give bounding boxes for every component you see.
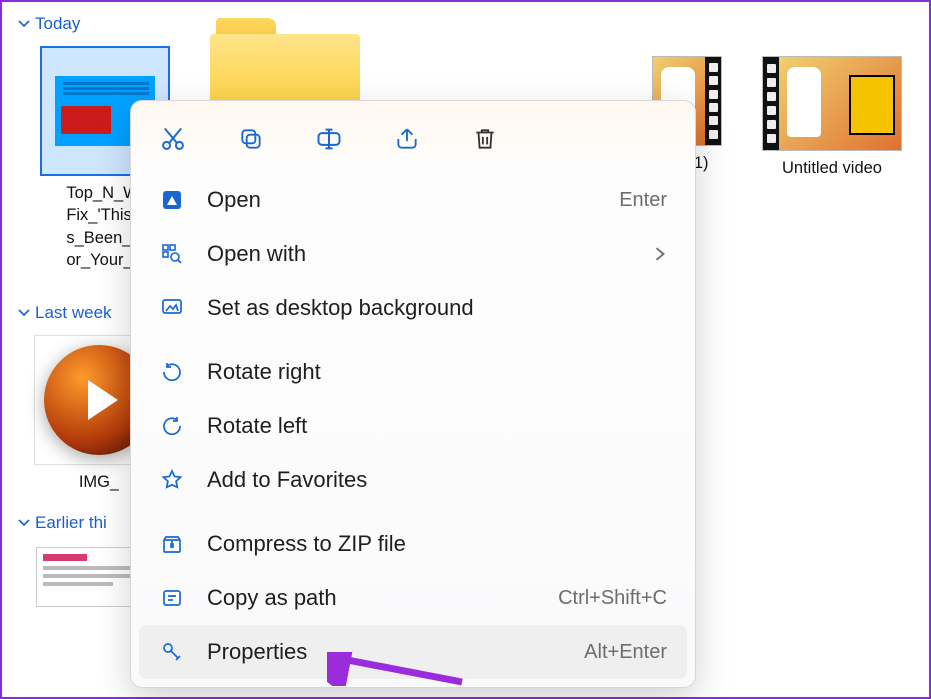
rotate-right-icon: [159, 359, 185, 385]
context-menu-toolbar: [139, 109, 687, 173]
delete-icon[interactable]: [469, 123, 501, 155]
star-icon: [159, 467, 185, 493]
menu-hint: Enter: [619, 189, 667, 212]
group-label: Earlier thi: [35, 513, 107, 533]
menu-hint: Alt+Enter: [584, 641, 667, 664]
rename-icon[interactable]: [313, 123, 345, 155]
menu-item-compress[interactable]: Compress to ZIP file: [139, 517, 687, 571]
menu-label: Copy as path: [207, 585, 337, 611]
chevron-right-icon: [653, 247, 667, 261]
chevron-down-icon: [18, 517, 30, 529]
chevron-down-icon: [18, 307, 30, 319]
zip-icon: [159, 531, 185, 557]
menu-item-set-background[interactable]: Set as desktop background: [139, 281, 687, 335]
menu-label: Rotate right: [207, 359, 321, 385]
menu-item-open-with[interactable]: Open with: [139, 227, 687, 281]
file-caption: Untitled video: [782, 157, 882, 179]
video-item-2[interactable]: Untitled video: [757, 56, 907, 271]
menu-item-copy-path[interactable]: Copy as path Ctrl+Shift+C: [139, 571, 687, 625]
properties-icon: [159, 639, 185, 665]
menu-item-properties[interactable]: Properties Alt+Enter: [139, 625, 687, 679]
copy-icon[interactable]: [235, 123, 267, 155]
file-caption: IMG_: [79, 471, 119, 493]
menu-label: Properties: [207, 639, 307, 665]
menu-item-rotate-right[interactable]: Rotate right: [139, 345, 687, 399]
menu-label: Set as desktop background: [207, 295, 474, 321]
menu-item-favorites[interactable]: Add to Favorites: [139, 453, 687, 507]
menu-label: Compress to ZIP file: [207, 531, 406, 557]
menu-item-rotate-left[interactable]: Rotate left: [139, 399, 687, 453]
group-today-header[interactable]: Today: [14, 12, 925, 36]
menu-label: Rotate left: [207, 413, 307, 439]
chevron-down-icon: [18, 18, 30, 30]
share-icon[interactable]: [391, 123, 423, 155]
desktop-background-icon: [159, 295, 185, 321]
rotate-left-icon: [159, 413, 185, 439]
menu-label: Open with: [207, 241, 306, 267]
group-label: Last week: [35, 303, 112, 323]
context-menu: Open Enter Open with Set as desktop back…: [130, 100, 696, 688]
menu-hint: Ctrl+Shift+C: [558, 587, 667, 610]
open-with-icon: [159, 241, 185, 267]
cut-icon[interactable]: [157, 123, 189, 155]
menu-label: Open: [207, 187, 261, 213]
copy-path-icon: [159, 585, 185, 611]
open-icon: [159, 187, 185, 213]
group-label: Today: [35, 14, 80, 34]
menu-item-open[interactable]: Open Enter: [139, 173, 687, 227]
menu-label: Add to Favorites: [207, 467, 367, 493]
